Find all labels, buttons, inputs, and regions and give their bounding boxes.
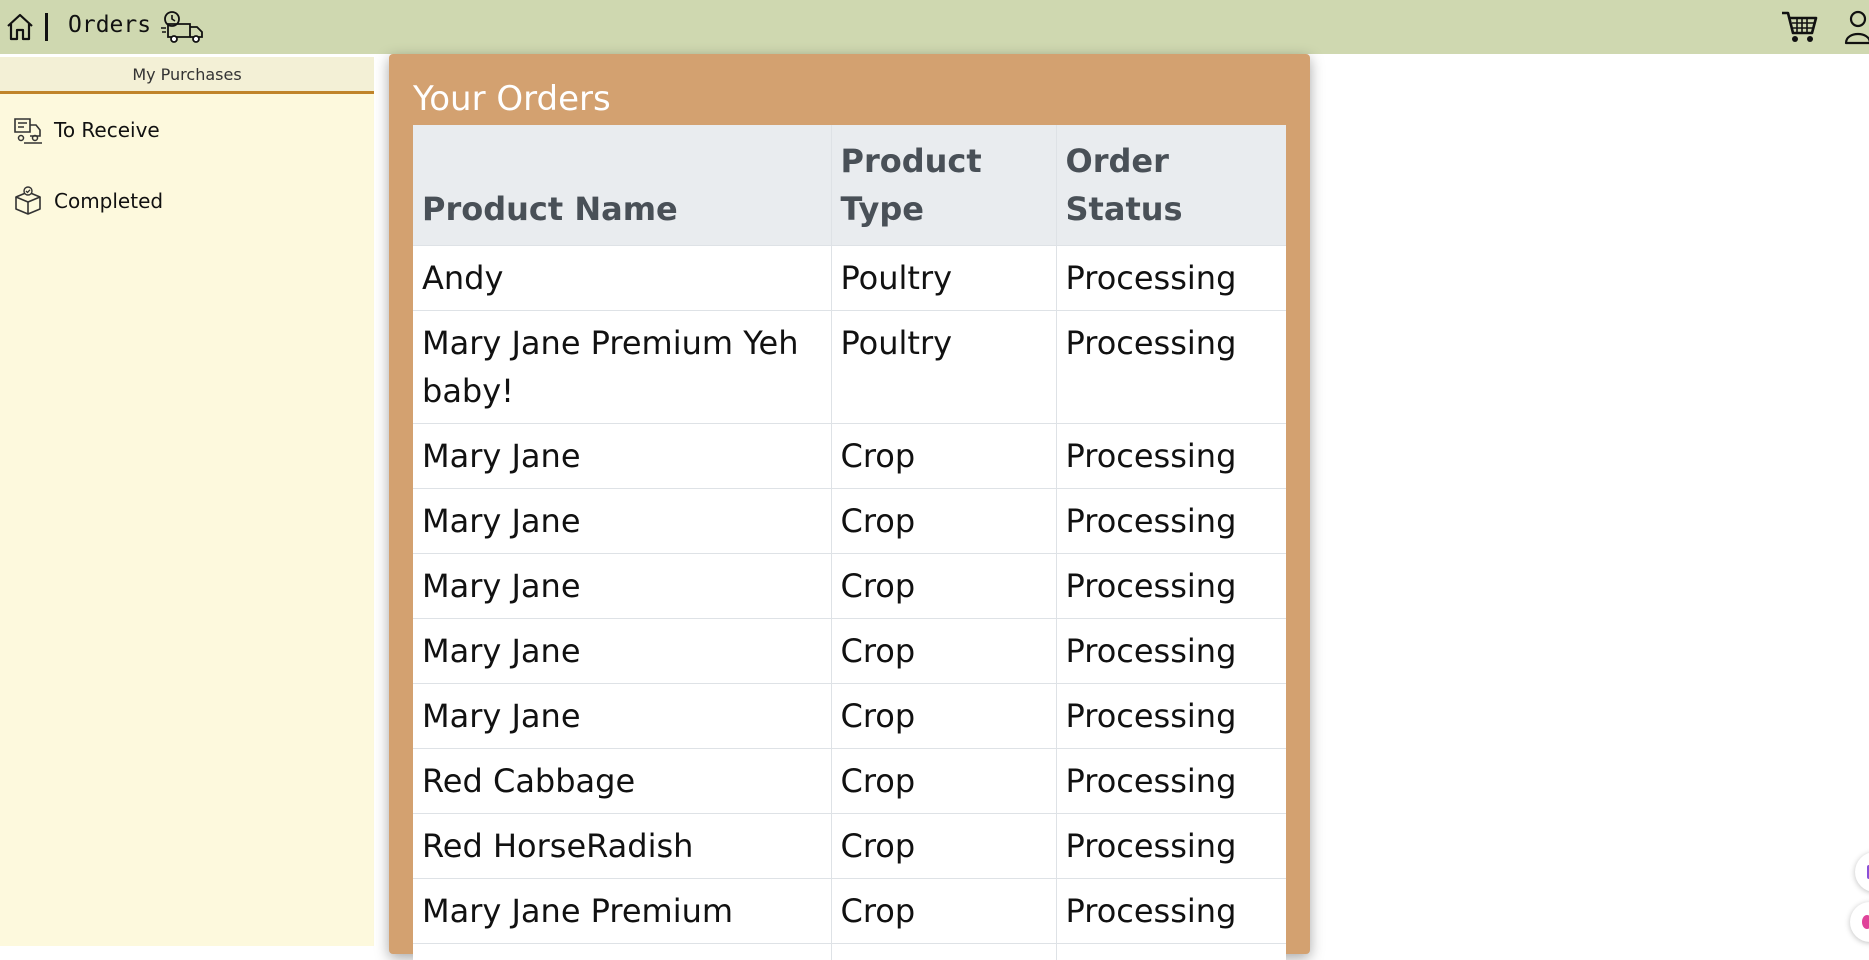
sidebar-item-to-receive[interactable]: To Receive bbox=[12, 110, 160, 150]
cell-product-type: Poultry bbox=[831, 246, 1056, 311]
orders-card: Your Orders Product Name Product Type Or… bbox=[389, 54, 1310, 954]
cell-order-status: Processing bbox=[1056, 489, 1286, 554]
home-icon[interactable] bbox=[4, 11, 36, 43]
user-icon[interactable] bbox=[1843, 9, 1869, 45]
table-row: Mary Jane Crop Processing bbox=[413, 684, 1286, 749]
cell-order-status: Processing bbox=[1056, 554, 1286, 619]
cell-product-type: Crop bbox=[831, 424, 1056, 489]
cell-product-type: Crop bbox=[831, 814, 1056, 879]
page-title: Orders bbox=[68, 12, 151, 38]
cell-order-status: Processing bbox=[1056, 246, 1286, 311]
cell-product-type: Crop bbox=[831, 684, 1056, 749]
table-row: Mary Jane Crop Processing bbox=[413, 554, 1286, 619]
sidebar: My Purchases To Receive Completed bbox=[0, 57, 374, 946]
cell-product-name: Red Cabbage bbox=[413, 749, 831, 814]
cell-order-status: Processing bbox=[1056, 814, 1286, 879]
delivery-list-icon bbox=[12, 114, 44, 146]
cell-order-status: Processing bbox=[1056, 684, 1286, 749]
cell-product-name: Mary Jane bbox=[413, 424, 831, 489]
widget-icon bbox=[1862, 915, 1869, 929]
table-row: Red HorseRadish Crop Processing bbox=[413, 814, 1286, 879]
table-row: Mary Jane Premium Yeh baby! Poultry Proc… bbox=[413, 311, 1286, 424]
column-header-product-type: Product Type bbox=[831, 125, 1056, 246]
table-row: Mary Jane Crop Processing bbox=[413, 424, 1286, 489]
top-navbar: Orders bbox=[0, 0, 1869, 54]
table-row: Red Cabbage Crop Processing bbox=[413, 749, 1286, 814]
table-row: Andy Poultry Processing bbox=[413, 246, 1286, 311]
cell-product-type: Crop bbox=[831, 489, 1056, 554]
cell-order-status: Processing bbox=[1056, 311, 1286, 424]
cart-icon[interactable] bbox=[1780, 9, 1818, 45]
nav-divider bbox=[45, 13, 48, 41]
orders-title: Your Orders bbox=[413, 79, 611, 119]
cell-product-type: Crop bbox=[831, 554, 1056, 619]
cell-product-name: Red HorseRadish bbox=[413, 814, 831, 879]
box-check-icon bbox=[12, 185, 44, 217]
cell-product-type: Poultry bbox=[831, 311, 1056, 424]
floating-widget-button[interactable] bbox=[1855, 852, 1869, 892]
table-row: Mary Jane Premium Crop Processing bbox=[413, 879, 1286, 944]
cell-product-type: Crop bbox=[831, 879, 1056, 944]
sidebar-header: My Purchases bbox=[0, 57, 374, 94]
cell-product-type: Crop bbox=[831, 749, 1056, 814]
table-row: Mary Jane Crop Processing bbox=[413, 489, 1286, 554]
sidebar-item-label: Completed bbox=[54, 189, 163, 213]
cell-product-name: Andy bbox=[413, 246, 831, 311]
delivery-truck-icon bbox=[160, 10, 206, 44]
column-header-order-status: Order Status bbox=[1056, 125, 1286, 246]
cell-product-name: Mary Jane bbox=[413, 489, 831, 554]
orders-table: Product Name Product Type Order Status A… bbox=[413, 125, 1286, 960]
column-header-product-name: Product Name bbox=[413, 125, 831, 246]
floating-widget-button[interactable] bbox=[1850, 902, 1869, 942]
table-row: Mary Jane Crop Processing bbox=[413, 619, 1286, 684]
sidebar-item-completed[interactable]: Completed bbox=[12, 181, 163, 221]
cell-order-status: Processing bbox=[1056, 879, 1286, 944]
cell-product-type: Crop bbox=[831, 619, 1056, 684]
cell-product-name: Mary Jane Premium bbox=[413, 879, 831, 944]
table-header-row: Product Name Product Type Order Status bbox=[413, 125, 1286, 246]
cell-order-status: Processing bbox=[1056, 749, 1286, 814]
cell-product-name: Mary Jane Premium Yeh baby! bbox=[413, 311, 831, 424]
cell-product-name: Mary Jane bbox=[413, 554, 831, 619]
cell-order-status: Processing bbox=[1056, 619, 1286, 684]
sidebar-item-label: To Receive bbox=[54, 118, 160, 142]
cell-order-status: Processing bbox=[1056, 424, 1286, 489]
cell-product-name: Mary Jane bbox=[413, 619, 831, 684]
cell-product-name: Mary Jane bbox=[413, 684, 831, 749]
